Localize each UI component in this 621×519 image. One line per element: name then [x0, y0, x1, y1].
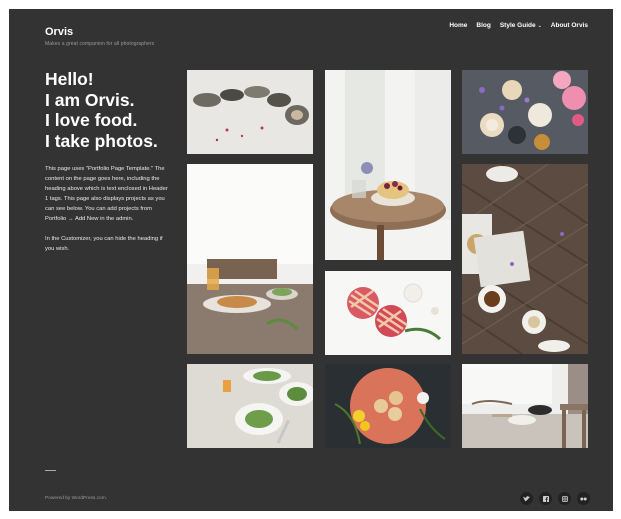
site-tagline: Makes a great companion for all photogra… — [45, 41, 155, 47]
salads-photo — [187, 364, 313, 448]
pastries-peonies-photo — [462, 70, 588, 154]
nav-style-guide[interactable]: Style Guide ⌄ — [500, 22, 542, 29]
brunch-table-photo — [187, 164, 313, 354]
heading-line: I am Orvis. — [45, 89, 135, 110]
heading-line: I take photos. — [45, 130, 158, 151]
nav-home-label: Home — [449, 22, 468, 29]
portfolio-item-cookies-flowers[interactable] — [325, 364, 451, 448]
portfolio-item-pastries-peonies[interactable] — [462, 70, 588, 154]
berry-tart-photo — [325, 70, 451, 260]
portfolio-item-tea-wood[interactable] — [462, 164, 588, 354]
cookies-flowers-photo — [325, 364, 451, 448]
twitter-icon[interactable] — [520, 492, 533, 505]
oysters-photo — [187, 70, 313, 154]
nav-style-guide-label: Style Guide — [499, 22, 536, 29]
portfolio-item-oysters[interactable] — [187, 70, 313, 154]
portfolio-item-berry-tart[interactable] — [325, 70, 451, 260]
portfolio-item-salads[interactable] — [187, 364, 313, 448]
page-heading: Hello! I am Orvis. I love food. I take p… — [45, 69, 158, 151]
chevron-down-icon: ⌄ — [537, 23, 542, 29]
facebook-icon[interactable] — [539, 492, 552, 505]
nav-home[interactable]: Home — [449, 22, 467, 29]
nav-blog[interactable]: Blog — [476, 22, 490, 29]
nav-blog-label: Blog — [476, 22, 491, 29]
intro-paragraph: In the Customizer, you can hide the head… — [45, 236, 163, 252]
site-title[interactable]: Orvis — [45, 26, 73, 38]
lattice-pies-photo — [325, 271, 451, 355]
intro-text: This page uses "Portfolio Page Template.… — [45, 164, 171, 264]
footer-divider — [45, 470, 56, 471]
nav-about-label: About Orvis — [550, 22, 588, 29]
intro-paragraph: This page uses "Portfolio Page Template.… — [45, 166, 168, 222]
page: Orvis Makes a great companion for all ph… — [9, 9, 613, 511]
nav-about[interactable]: About Orvis — [551, 22, 588, 29]
tea-wood-photo — [462, 164, 588, 354]
flickr-icon[interactable] — [577, 492, 590, 505]
portfolio-item-brunch-table[interactable] — [187, 164, 313, 354]
social-links — [520, 492, 590, 505]
primary-nav: Home Blog Style Guide ⌄ About Orvis — [449, 22, 588, 29]
portfolio-item-lattice-pies[interactable] — [325, 271, 451, 355]
chair-table-photo — [462, 364, 588, 448]
instagram-icon[interactable] — [558, 492, 571, 505]
heading-line: I love food. — [45, 110, 138, 130]
portfolio-item-chair-table[interactable] — [462, 364, 588, 448]
powered-by-link[interactable]: Powered by WordPress.com. — [45, 496, 107, 501]
heading-line: Hello! — [45, 69, 94, 89]
